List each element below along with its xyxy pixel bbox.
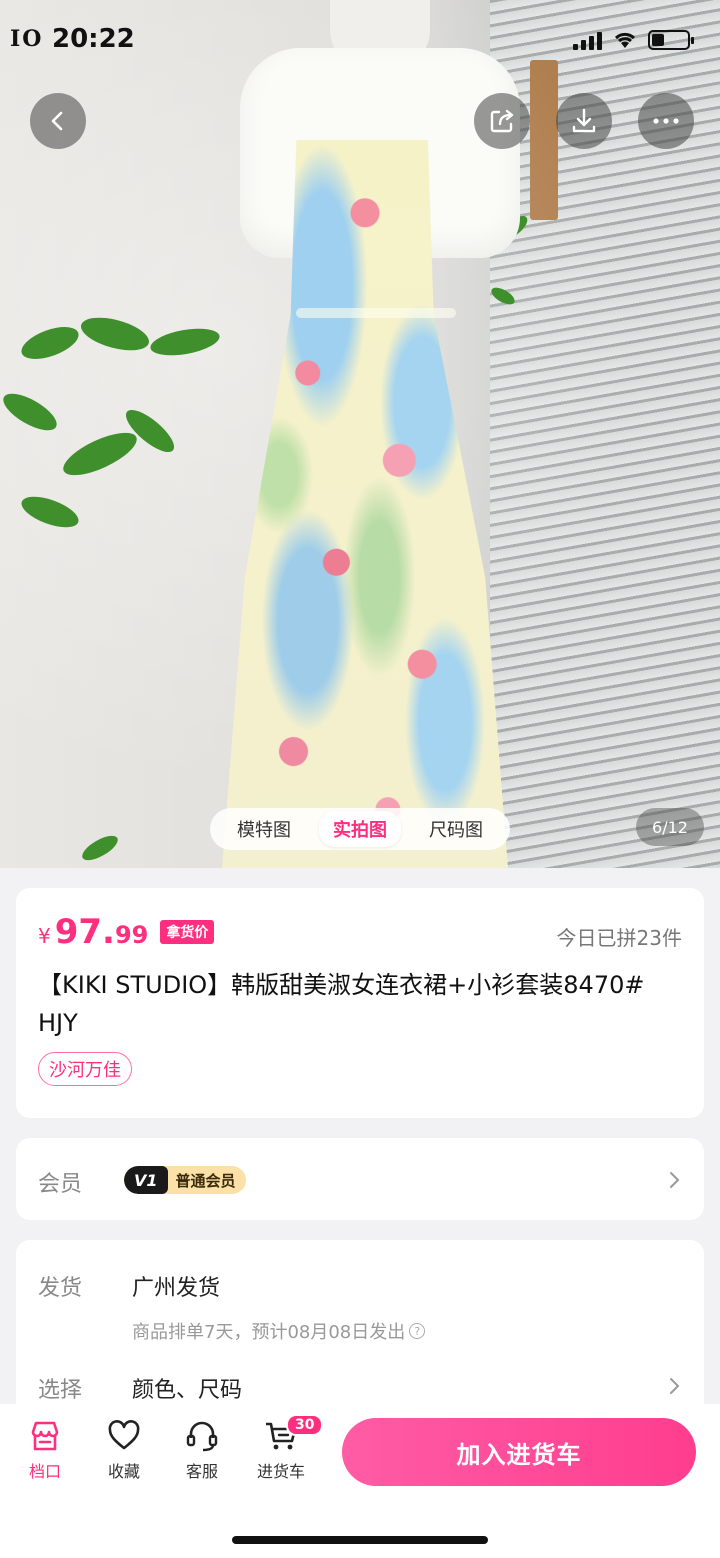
price: ¥ 97. 99 拿货价 — [38, 912, 215, 952]
nav-favorite-label: 收藏 — [107, 1462, 140, 1481]
chevron-right-icon[interactable] — [668, 1376, 682, 1396]
cart-count-badge: 30 — [286, 1414, 324, 1436]
heart-icon — [108, 1420, 140, 1450]
tab-model-photo[interactable]: 模特图 — [223, 811, 305, 847]
chevron-right-icon — [670, 1172, 680, 1188]
nav-service-label: 客服 — [185, 1462, 218, 1481]
share-button[interactable] — [474, 93, 530, 149]
nav-store-label: 档口 — [28, 1462, 61, 1481]
nav-service[interactable]: 客服 — [167, 1420, 237, 1482]
nav-store[interactable]: 档口 — [10, 1420, 80, 1482]
ship-label: 发货 — [38, 1276, 83, 1301]
chevron-left-icon — [51, 111, 63, 131]
price-decimal: 99 — [114, 921, 149, 949]
select-value[interactable]: 颜色、尺码 — [132, 1372, 242, 1404]
status-left-text: IO — [10, 26, 44, 52]
help-icon[interactable]: ? — [409, 1323, 426, 1339]
download-icon — [572, 108, 596, 133]
price-type-badge: 拿货价 — [160, 920, 215, 944]
select-label: 选择 — [38, 1378, 83, 1403]
member-level-code: V1 — [124, 1166, 168, 1194]
wifi-icon — [614, 32, 636, 48]
shipping-card: 发货 广州发货 商品排单7天，预计08月08日发出 ? 选择 颜色、尺码 — [16, 1240, 704, 1420]
status-icons — [573, 30, 694, 50]
member-level-badge: V1 普通会员 — [124, 1166, 246, 1194]
home-indicator — [232, 1536, 488, 1544]
image-counter: 6/12 — [636, 808, 704, 846]
image-tabs: 模特图 实拍图 尺码图 — [210, 808, 510, 850]
ship-note: 商品排单7天，预计08月08日发出 ? — [132, 1318, 426, 1344]
sold-today: 今日已拼23件 — [556, 926, 682, 950]
more-button[interactable] — [638, 93, 694, 149]
tab-real-photo[interactable]: 实拍图 — [319, 811, 401, 847]
headset-icon — [186, 1421, 218, 1452]
market-tag[interactable]: 沙河万佳 — [38, 1052, 132, 1086]
currency-symbol: ¥ — [38, 924, 51, 948]
signal-icon — [573, 30, 602, 50]
product-info-card: ¥ 97. 99 拿货价 今日已拼23件 【KIKI STUDIO】韩版甜美淑女… — [16, 888, 704, 1118]
nav-cart-label: 进货车 — [256, 1462, 305, 1481]
product-title: 【KIKI STUDIO】韩版甜美淑女连衣裙+小衫套装8470# HJY — [38, 971, 645, 1037]
member-row[interactable]: 会员 V1 普通会员 — [16, 1138, 704, 1220]
back-button[interactable] — [30, 93, 86, 149]
price-integer: 97. — [54, 912, 115, 952]
member-level-name: 普通会员 — [175, 1171, 236, 1190]
nav-cart[interactable]: 30 进货车 — [246, 1414, 324, 1482]
download-button[interactable] — [556, 93, 612, 149]
bottom-action-bar: 档口 收藏 客服 30 进货车 加入进货车 — [0, 1404, 720, 1558]
add-to-cart-button[interactable]: 加入进货车 — [342, 1418, 696, 1486]
ship-value: 广州发货 — [132, 1276, 221, 1301]
tab-size-chart[interactable]: 尺码图 — [415, 811, 497, 847]
share-icon — [490, 109, 514, 133]
more-icon — [653, 118, 679, 124]
store-icon — [31, 1421, 59, 1451]
status-time: 20:22 — [52, 24, 135, 54]
member-label: 会员 — [38, 1172, 83, 1197]
nav-favorite[interactable]: 收藏 — [89, 1420, 159, 1482]
battery-icon — [648, 30, 694, 50]
product-photo[interactable] — [0, 0, 720, 868]
